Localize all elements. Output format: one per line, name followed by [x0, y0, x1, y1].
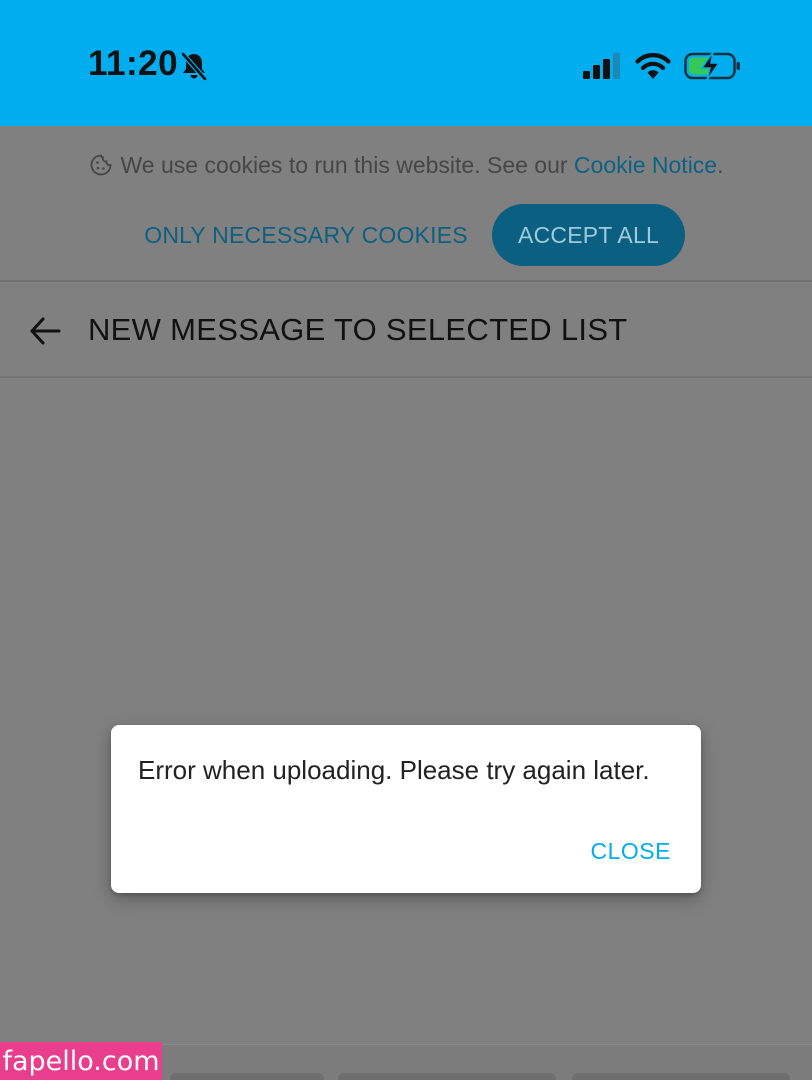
page-title: NEW MESSAGE TO SELECTED LIST [88, 312, 628, 347]
status-bar: 11:20 [0, 0, 812, 126]
dialog-message: Error when uploading. Please try again l… [138, 755, 650, 785]
wifi-icon [635, 53, 671, 79]
accept-all-cookies-button[interactable]: ACCEPT ALL [492, 204, 685, 266]
cookie-notice-link[interactable]: Cookie Notice [574, 152, 717, 178]
signal-icon [583, 53, 620, 79]
cookie-message: We use cookies to run this website. See … [0, 152, 812, 179]
back-arrow-icon[interactable] [28, 314, 62, 348]
bell-slash-icon [181, 52, 207, 81]
thumbnail [338, 1073, 556, 1080]
app-header: NEW MESSAGE TO SELECTED LIST [0, 284, 812, 378]
error-dialog: Error when uploading. Please try again l… [111, 725, 701, 893]
status-time: 11:20 [88, 44, 179, 83]
only-necessary-cookies-button[interactable]: ONLY NECESSARY COOKIES [144, 204, 467, 266]
cookie-text: We use cookies to run this website. See … [120, 152, 574, 178]
battery-charging-icon [684, 51, 740, 81]
cookie-icon [90, 154, 111, 176]
watermark-label: fapello.com [0, 1042, 162, 1080]
cookie-banner: We use cookies to run this website. See … [0, 126, 812, 282]
thumbnail [170, 1073, 324, 1080]
close-button[interactable]: CLOSE [591, 831, 671, 871]
thumbnail [572, 1073, 790, 1080]
cookie-text-suffix: . [717, 152, 724, 178]
